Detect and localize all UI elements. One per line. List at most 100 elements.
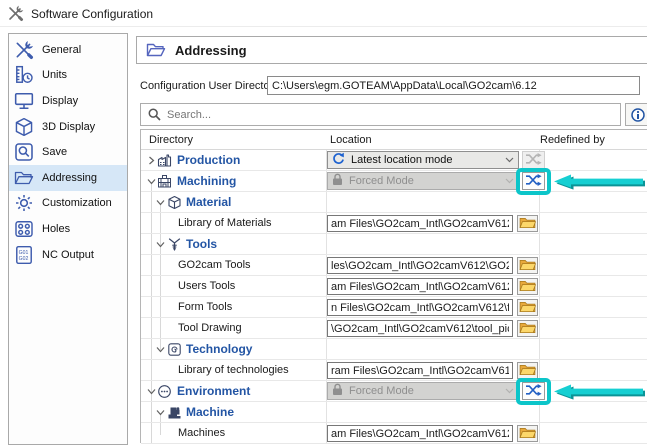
machine-icon [167,405,182,420]
location-path-input[interactable] [327,362,513,379]
sidebar-item-display[interactable]: Display [9,88,127,114]
page-title: Addressing [175,43,247,58]
redefine-location-button[interactable] [522,172,545,190]
table-row-machines: Machines [141,423,647,444]
callout-arrow-icon [553,173,646,190]
sidebar-item-label: Units [42,69,67,81]
browse-folder-button[interactable] [517,425,538,442]
table-row-library-of-technologies: Library of technologies [141,360,647,381]
table-row-go2cam-tools: GO2cam Tools [141,255,647,276]
folder-icon [519,258,536,274]
location-path-input[interactable] [327,278,513,295]
sidebar-item-label: Customization [42,197,112,209]
tap-tool-icon [167,237,182,252]
expander-right-icon[interactable] [147,156,156,165]
row-label: Library of technologies [178,364,289,376]
chevron-down-icon [505,388,514,394]
config-dir-label: Configuration User Directory [140,80,279,92]
sidebar-item-holes[interactable]: Holes [9,216,127,242]
table-row-material: Material [141,192,647,213]
folder-icon [519,279,536,295]
row-label: Production [177,153,240,167]
location-mode-dropdown[interactable]: Forced Mode [327,382,519,400]
config-dir-field[interactable] [267,76,640,95]
cube-icon [14,117,34,137]
chevron-down-icon [505,157,514,163]
location-path-input[interactable] [327,299,513,316]
sidebar-item-save[interactable]: Save [9,139,127,165]
column-header-redefined-by: Redefined by [540,134,605,146]
row-label: Tools [186,237,217,251]
titlebar: Software Configuration [7,5,153,22]
shuffle-icon [525,384,542,399]
browse-folder-button[interactable] [517,215,538,232]
location-mode-dropdown[interactable]: Latest location mode [327,151,519,169]
sidebar-item-nc-output[interactable]: G01G02 NC Output [9,242,127,268]
row-label: Machining [177,174,236,188]
sidebar-item-label: NC Output [42,249,94,261]
addressing-table: Directory Location Redefined by Producti… [140,129,647,443]
row-label: Library of Materials [178,217,272,229]
table-row-technology: Technology [141,339,647,360]
sidebar-item-general[interactable]: General [9,37,127,63]
location-mode-value: Forced Mode [349,175,499,187]
nc-output-icon: G01G02 [14,245,34,265]
sidebar-item-label: Display [42,95,78,107]
table-body: Production Latest location mode Machinin… [141,150,647,444]
table-header: Directory Location Redefined by [141,130,647,150]
sidebar-item-3d-display[interactable]: 3D Display [9,114,127,140]
sidebar-item-customization[interactable]: Customization [9,191,127,217]
tools-icon [14,40,34,60]
browse-folder-button[interactable] [517,278,538,295]
location-mode-value: Forced Mode [349,385,499,397]
location-mode-dropdown[interactable]: Forced Mode [327,172,519,190]
lock-icon [332,173,343,189]
location-path-input[interactable] [327,215,513,232]
open-folder-icon [14,168,34,188]
expander-down-icon[interactable] [156,198,165,207]
window-title: Software Configuration [31,7,153,21]
table-row-users-tools: Users Tools [141,276,647,297]
row-label: Machines [178,427,225,439]
search-input[interactable] [167,109,620,121]
table-row-machining: Machining Forced Mode [141,171,647,192]
browse-folder-button[interactable] [517,257,538,274]
expander-down-icon[interactable] [147,177,156,186]
expander-down-icon[interactable] [156,345,165,354]
browse-folder-button[interactable] [517,362,538,379]
units-icon [14,65,34,85]
info-button[interactable] [625,103,647,126]
page-header: Addressing [136,36,647,64]
location-path-input[interactable] [327,257,513,274]
column-header-directory: Directory [149,134,193,146]
expander-down-icon[interactable] [156,408,165,417]
sidebar-list: General Units Display 3D Display Save Ad… [9,37,127,267]
sidebar-item-label: Addressing [42,172,97,184]
factory-icon [157,153,172,168]
sidebar-item-label: General [42,44,81,56]
redefine-location-button[interactable] [522,382,545,400]
crossed-tools-icon [7,5,24,22]
column-header-location: Location [330,134,372,146]
svg-text:G01: G01 [19,249,29,255]
location-path-input[interactable] [327,425,513,442]
callout-arrow-icon [553,383,646,400]
row-label: GO2cam Tools [178,259,251,271]
row-label: Material [186,195,231,209]
sidebar-item-label: Holes [42,223,70,235]
table-row-production: Production Latest location mode [141,150,647,171]
sidebar-item-units[interactable]: Units [9,63,127,89]
row-label: Users Tools [178,280,235,292]
sidebar-item-addressing[interactable]: Addressing [9,165,127,191]
browse-folder-button[interactable] [517,320,538,337]
folder-icon [519,300,536,316]
expander-down-icon[interactable] [147,387,156,396]
table-row-tools: Tools [141,234,647,255]
technology-icon [167,342,182,357]
sidebar-item-label: Save [42,146,67,158]
chevron-down-icon [505,178,514,184]
location-path-input[interactable] [327,320,513,337]
expander-down-icon[interactable] [156,240,165,249]
browse-folder-button[interactable] [517,299,538,316]
environment-icon [157,384,172,399]
